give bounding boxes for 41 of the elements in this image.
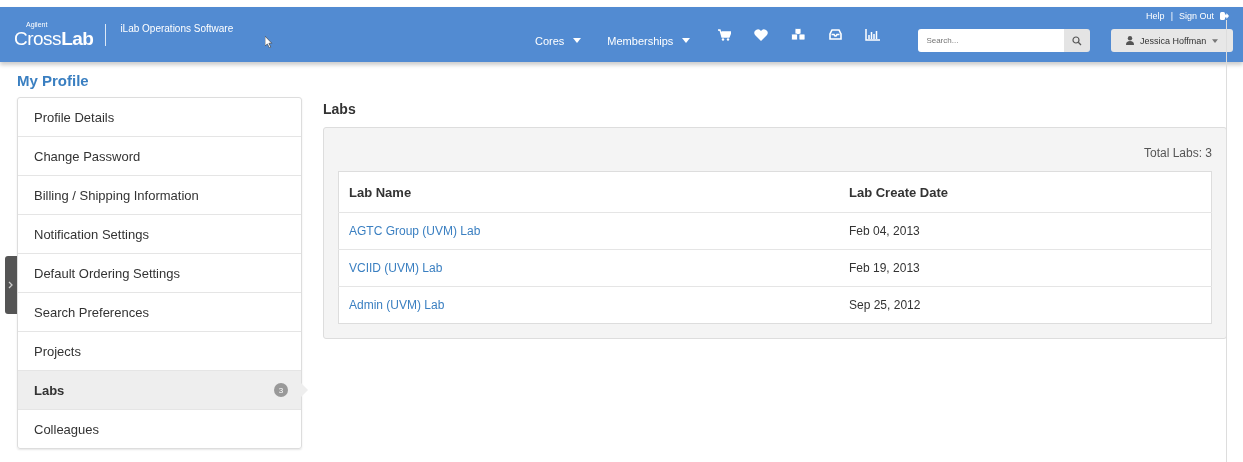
sidebar-item[interactable]: Change Password xyxy=(18,136,301,175)
header-link[interactable]: Help xyxy=(1146,11,1165,21)
search-button[interactable] xyxy=(1064,29,1091,52)
page-title: My Profile xyxy=(17,72,90,89)
table-cell: Feb 19, 2013 xyxy=(839,249,1212,287)
user-menu-button[interactable]: Jessica Hoffman xyxy=(1111,29,1233,52)
sign-out-icon[interactable] xyxy=(1220,12,1229,20)
chevron-right-icon xyxy=(8,281,14,289)
column-header: Lab Name xyxy=(338,171,839,213)
sidebar-item[interactable]: Profile Details xyxy=(18,98,301,136)
lab-link[interactable]: VCIID (UVM) Lab xyxy=(349,261,443,275)
nav-menu-link[interactable]: Cores xyxy=(535,34,582,47)
link-separator: | xyxy=(1170,11,1173,21)
logo-text: CrossLab xyxy=(14,29,94,48)
count-badge: 3 xyxy=(274,383,288,397)
bar-chart-icon[interactable] xyxy=(865,28,881,41)
lab-link[interactable]: Admin (UVM) Lab xyxy=(349,298,445,312)
heart-icon[interactable] xyxy=(754,28,769,41)
nav-menu-link[interactable]: Memberships xyxy=(607,34,691,47)
column-header: Lab Create Date xyxy=(839,171,1212,213)
sidebar-item[interactable]: Billing / Shipping Information xyxy=(18,175,301,214)
sidebar-item[interactable]: Colleagues xyxy=(18,409,301,448)
section-title: Labs xyxy=(323,101,357,117)
user-icon xyxy=(1125,36,1134,45)
app-name: iLab Operations Software xyxy=(120,23,234,34)
sidebar-item[interactable]: Default Ordering Settings xyxy=(18,253,301,292)
caret-icon xyxy=(1212,38,1219,43)
sidebar-toggle[interactable] xyxy=(5,256,17,314)
search-icon xyxy=(1072,35,1083,46)
table-cell: Feb 04, 2013 xyxy=(839,212,1212,250)
cart-icon[interactable] xyxy=(718,28,732,41)
header-link[interactable]: Sign Out xyxy=(1178,11,1214,21)
sidebar-item[interactable]: Notification Settings xyxy=(18,214,301,253)
lab-link[interactable]: AGTC Group (UVM) Lab xyxy=(349,224,481,238)
sidebar-item[interactable]: Search Preferences xyxy=(18,292,301,331)
total-count: Total Labs: 3 xyxy=(1143,145,1212,162)
cubes-icon[interactable] xyxy=(791,28,807,41)
table-cell: Sep 25, 2012 xyxy=(839,286,1212,324)
inbox-icon[interactable] xyxy=(829,29,843,40)
mouse-cursor-icon xyxy=(265,35,273,48)
search-field[interactable]: Search... xyxy=(918,29,1065,52)
